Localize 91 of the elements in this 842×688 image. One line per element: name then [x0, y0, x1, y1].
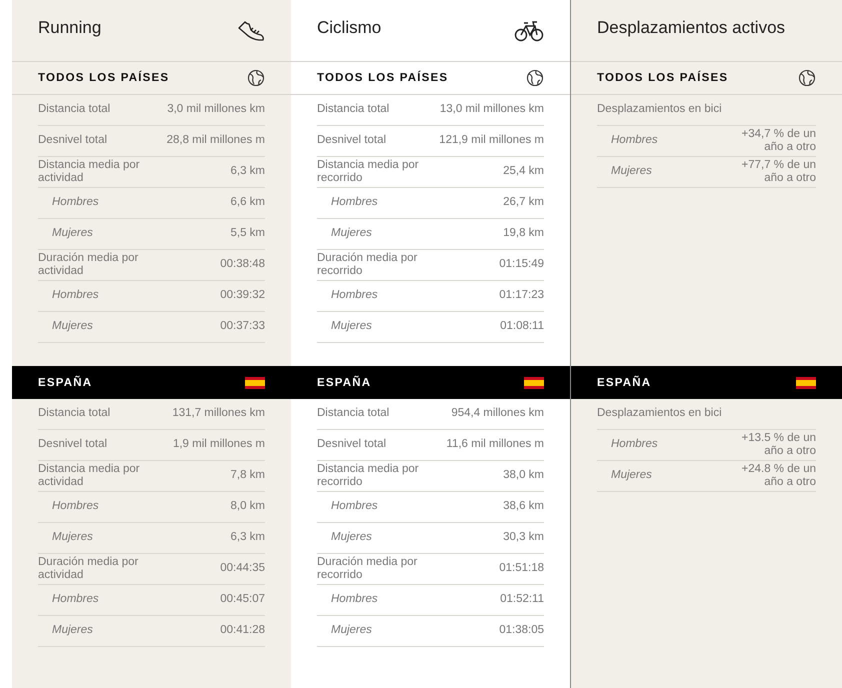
row-value: 13,0 mil millones km — [440, 103, 544, 117]
row-label: Hombres — [51, 196, 99, 210]
flag-icon — [796, 376, 816, 388]
row-label: Duración media por actividad — [38, 556, 140, 582]
row-value: 7,8 km — [230, 469, 265, 483]
row-label: Distancia total — [317, 103, 390, 117]
row-value: 01:38:05 — [499, 624, 544, 638]
row-value: 00:45:07 — [220, 593, 265, 607]
row-value: +24.8 % de un año a otro — [740, 462, 816, 490]
shoe-icon — [237, 20, 265, 42]
row-value: 5,5 km — [230, 227, 265, 241]
row-value: 954,4 millones km — [451, 407, 544, 421]
row-value: +77,7 % de un año a otro — [740, 158, 816, 186]
row-value: 28,8 mil millones m — [166, 134, 265, 148]
column-title: Running — [38, 18, 102, 38]
row-label: Distancia media por actividad — [38, 462, 141, 490]
row-label: Hombres — [51, 593, 99, 607]
row-value: 121,9 mil millones m — [439, 134, 544, 148]
row-label: Hombres — [610, 134, 658, 148]
row-value: 6,3 km — [230, 165, 265, 179]
section-heading: ESPAÑA — [38, 376, 92, 388]
section-heading: ESPAÑA — [597, 376, 652, 388]
row-label: Mujeres — [610, 469, 652, 483]
globe-icon — [247, 69, 265, 87]
section-heading: TODOS LOS PAÍSES — [317, 72, 448, 84]
row-value: 38,6 km — [503, 500, 544, 514]
row-label: Desnivel total — [38, 438, 108, 452]
row-label: Duración media por recorrido — [317, 556, 418, 582]
row-label: Mujeres — [330, 227, 372, 241]
row-label: Mujeres — [51, 320, 93, 334]
row-label: Mujeres — [330, 531, 372, 545]
row-label: Distancia total — [317, 407, 390, 421]
section-heading: ESPAÑA — [317, 376, 372, 388]
row-label: Hombres — [330, 500, 378, 514]
column-title: Desplazamientos activos — [597, 18, 786, 38]
row-label: Hombres — [330, 196, 378, 210]
row-value: 11,6 mil millones m — [446, 438, 544, 452]
row-label: Duración media por recorrido — [317, 252, 418, 278]
row-value: 8,0 km — [230, 500, 265, 514]
flag-icon — [524, 376, 544, 388]
row-label: Hombres — [330, 289, 378, 303]
row-label: Hombres — [610, 438, 658, 452]
globe-icon — [526, 69, 544, 87]
section-heading: TODOS LOS PAÍSES — [38, 72, 170, 84]
row-label: Desnivel total — [317, 438, 386, 452]
row-label: Mujeres — [330, 624, 372, 638]
row-value: 6,6 km — [230, 196, 265, 210]
row-label: Distancia total — [38, 103, 110, 117]
row-value: 00:39:32 — [220, 289, 265, 303]
row-label: Distancia media por recorrido — [317, 158, 420, 186]
row-value: 01:17:23 — [499, 289, 544, 303]
row-label: Desplazamientos en bici — [597, 103, 722, 117]
row-value: 6,3 km — [230, 531, 265, 545]
row-label: Mujeres — [51, 624, 93, 638]
row-value: 25,4 km — [503, 165, 544, 179]
row-label: Mujeres — [51, 227, 93, 241]
bicycle-icon — [514, 20, 544, 42]
row-label: Distancia total — [38, 407, 110, 421]
row-value: 01:51:18 — [499, 562, 544, 576]
row-value: 30,3 km — [503, 531, 544, 545]
row-value: 1,9 mil millones m — [172, 438, 265, 452]
row-value: +13.5 % de un año a otro — [740, 432, 816, 458]
row-label: Desnivel total — [317, 134, 386, 148]
globe-icon — [798, 69, 816, 87]
row-label: Mujeres — [610, 165, 652, 179]
row-value: 26,7 km — [503, 196, 544, 210]
row-label: Distancia media por actividad — [38, 158, 141, 186]
row-label: Hombres — [51, 289, 99, 303]
row-value: 01:08:11 — [500, 320, 544, 334]
row-value: 01:15:49 — [499, 258, 544, 272]
row-value: 00:38:48 — [220, 258, 265, 272]
row-label: Distancia media por recorrido — [317, 462, 420, 490]
row-value: +34,7 % de un año a otro — [740, 128, 816, 154]
column-title: Ciclismo — [317, 18, 382, 38]
flag-icon — [245, 376, 265, 388]
row-value: 38,0 km — [503, 469, 544, 483]
row-value: 00:37:33 — [220, 320, 265, 334]
row-label: Desnivel total — [38, 134, 108, 148]
row-value: 3,0 mil millones km — [167, 103, 265, 117]
row-value: 131,7 millones km — [172, 407, 265, 421]
row-label: Desplazamientos en bici — [597, 407, 722, 421]
row-label: Mujeres — [51, 531, 93, 545]
row-value: 01:52:11 — [500, 593, 544, 607]
row-label: Mujeres — [330, 320, 372, 334]
row-label: Hombres — [330, 593, 378, 607]
row-label: Duración media por actividad — [38, 252, 140, 278]
row-value: 00:44:35 — [220, 562, 265, 576]
section-heading: TODOS LOS PAÍSES — [597, 72, 728, 84]
row-label: Hombres — [51, 500, 99, 514]
row-value: 19,8 km — [503, 227, 544, 241]
row-value: 00:41:28 — [220, 624, 265, 638]
